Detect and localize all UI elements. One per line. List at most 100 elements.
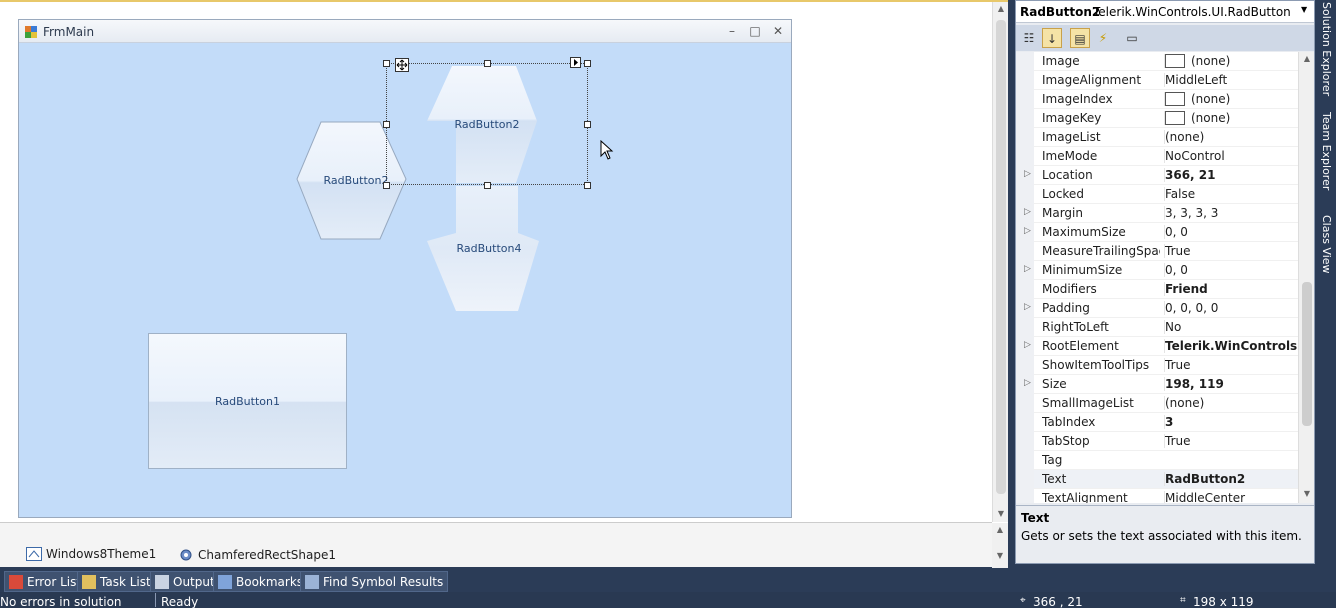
property-value[interactable]: MiddleLeft: [1164, 73, 1298, 87]
property-value[interactable]: NoControl: [1164, 149, 1298, 163]
tray-scroll-up-icon[interactable]: ▲: [992, 525, 1008, 534]
tab-find-symbol-results[interactable]: Find Symbol Results: [300, 571, 449, 592]
property-value[interactable]: Friend: [1164, 282, 1298, 296]
property-value[interactable]: (none): [1164, 54, 1298, 68]
tray-item-shape[interactable]: ChamferedRectShape1: [178, 547, 336, 563]
property-value[interactable]: (none): [1164, 92, 1298, 106]
component-tray[interactable]: Windows8Theme1 ChamferedRectShape1 ▲ ▼: [0, 522, 1008, 568]
chevron-down-icon[interactable]: ▼: [1301, 5, 1307, 14]
resize-handle-ne[interactable]: [584, 60, 591, 67]
dock-tab-team-explorer[interactable]: Team Explorer: [1320, 112, 1333, 190]
property-row[interactable]: TextAlignment MiddleCenter: [1016, 489, 1298, 503]
property-value[interactable]: True: [1164, 244, 1298, 258]
property-row[interactable]: Locked False: [1016, 185, 1298, 204]
property-row[interactable]: ▷ Padding 0, 0, 0, 0: [1016, 299, 1298, 318]
properties-grid[interactable]: Image (none) ImageAlignment MiddleLeft Image…: [1016, 52, 1298, 503]
properties-object-selector[interactable]: RadButton2 Telerik.WinControls.UI.RadBut…: [1016, 1, 1314, 23]
property-row[interactable]: Modifiers Friend: [1016, 280, 1298, 299]
expand-icon[interactable]: ▷: [1024, 169, 1031, 179]
property-value[interactable]: False: [1164, 187, 1298, 201]
minimize-button[interactable]: –: [723, 23, 741, 39]
dock-tab-solution-explorer[interactable]: Solution Explorer: [1320, 2, 1333, 96]
property-row[interactable]: Image (none): [1016, 52, 1298, 71]
property-value[interactable]: (none): [1164, 111, 1298, 125]
property-row[interactable]: MeasureTrailingSpaces True: [1016, 242, 1298, 261]
property-value[interactable]: 0, 0: [1164, 225, 1298, 239]
expand-icon[interactable]: ▷: [1024, 264, 1031, 274]
property-row[interactable]: ▷ Location 366, 21: [1016, 166, 1298, 185]
props-scroll-down-icon[interactable]: ▼: [1299, 489, 1315, 498]
resize-handle-s[interactable]: [484, 182, 491, 189]
props-scrollbar-thumb[interactable]: [1302, 282, 1312, 426]
property-row[interactable]: Text RadButton2: [1016, 470, 1298, 489]
property-value[interactable]: 198, 119: [1164, 377, 1298, 391]
designer-scrollbar-vertical[interactable]: ▲ ▼: [992, 2, 1008, 522]
property-value[interactable]: 0, 0: [1164, 263, 1298, 277]
alphabetical-icon[interactable]: ↓: [1042, 28, 1062, 48]
property-value[interactable]: RadButton2: [1164, 472, 1298, 486]
form-titlebar[interactable]: FrmMain – □ ✕: [19, 20, 791, 43]
property-row[interactable]: ▷ RootElement Telerik.WinControls.RootRadE…: [1016, 337, 1298, 356]
property-row[interactable]: ImageAlignment MiddleLeft: [1016, 71, 1298, 90]
resize-handle-n[interactable]: [484, 60, 491, 67]
property-row[interactable]: ImageKey (none): [1016, 109, 1298, 128]
expand-icon[interactable]: ▷: [1024, 226, 1031, 236]
property-value[interactable]: 0, 0, 0, 0: [1164, 301, 1298, 315]
property-row[interactable]: ShowItemToolTips True: [1016, 356, 1298, 375]
property-row[interactable]: Tag: [1016, 451, 1298, 470]
resize-handle-w[interactable]: [383, 121, 390, 128]
property-value[interactable]: (none): [1164, 130, 1298, 144]
tray-item-theme[interactable]: Windows8Theme1: [26, 547, 156, 561]
property-row[interactable]: ImeMode NoControl: [1016, 147, 1298, 166]
props-scroll-up-icon[interactable]: ▲: [1299, 54, 1315, 63]
property-row[interactable]: TabIndex 3: [1016, 413, 1298, 432]
property-value[interactable]: (none): [1164, 396, 1298, 410]
properties-scrollbar[interactable]: ▲ ▼: [1298, 52, 1314, 503]
property-value[interactable]: No: [1164, 320, 1298, 334]
scroll-down-icon[interactable]: ▼: [993, 509, 1009, 518]
property-row[interactable]: ImageIndex (none): [1016, 90, 1298, 109]
property-row[interactable]: TabStop True: [1016, 432, 1298, 451]
tray-scroll-down-icon[interactable]: ▼: [992, 551, 1008, 560]
property-value[interactable]: True: [1164, 434, 1298, 448]
tab-output[interactable]: Output: [150, 571, 220, 592]
properties-icon[interactable]: ▤: [1070, 28, 1090, 48]
events-icon[interactable]: ⚡: [1093, 28, 1113, 48]
close-button[interactable]: ✕: [769, 23, 787, 39]
scrollbar-thumb[interactable]: [996, 20, 1006, 494]
resize-handle-nw[interactable]: [383, 60, 390, 67]
expand-icon[interactable]: ▷: [1024, 207, 1031, 217]
property-value[interactable]: Telerik.WinControls.RootRadElement: [1164, 339, 1298, 353]
move-glyph-icon[interactable]: [395, 58, 409, 72]
maximize-button[interactable]: □: [746, 23, 764, 39]
expand-icon[interactable]: ▷: [1024, 378, 1031, 388]
property-row[interactable]: ▷ MaximumSize 0, 0: [1016, 223, 1298, 242]
designer-surface[interactable]: FrmMain – □ ✕ RadButton1 RadButton2 RadB…: [0, 0, 1008, 568]
property-value[interactable]: True: [1164, 358, 1298, 372]
property-row[interactable]: ▷ Size 198, 119: [1016, 375, 1298, 394]
tab-task-list[interactable]: Task List: [77, 571, 156, 592]
property-row[interactable]: ImageList (none): [1016, 128, 1298, 147]
property-row[interactable]: ▷ MinimumSize 0, 0: [1016, 261, 1298, 280]
radbutton4[interactable]: RadButton4: [426, 185, 542, 313]
smart-tag-icon[interactable]: [570, 57, 581, 68]
tab-error-list[interactable]: Error List: [4, 571, 87, 592]
property-value[interactable]: 366, 21: [1164, 168, 1298, 182]
radbutton1[interactable]: RadButton1: [148, 333, 347, 469]
scroll-up-icon[interactable]: ▲: [993, 4, 1009, 13]
property-row[interactable]: ▷ Margin 3, 3, 3, 3: [1016, 204, 1298, 223]
property-value[interactable]: 3: [1164, 415, 1298, 429]
expand-icon[interactable]: ▷: [1024, 340, 1031, 350]
resize-handle-se[interactable]: [584, 182, 591, 189]
categorized-icon[interactable]: ☷: [1019, 28, 1039, 48]
property-value[interactable]: 3, 3, 3, 3: [1164, 206, 1298, 220]
resize-handle-sw[interactable]: [383, 182, 390, 189]
tab-bookmarks[interactable]: Bookmarks: [213, 571, 309, 592]
properties-panel[interactable]: RadButton2 Telerik.WinControls.UI.RadBut…: [1015, 0, 1315, 564]
dock-tab-class-view[interactable]: Class View: [1320, 215, 1333, 274]
property-row[interactable]: SmallImageList (none): [1016, 394, 1298, 413]
property-pages-icon[interactable]: ▭: [1122, 28, 1142, 48]
property-value[interactable]: MiddleCenter: [1164, 491, 1298, 503]
expand-icon[interactable]: ▷: [1024, 302, 1031, 312]
property-row[interactable]: RightToLeft No: [1016, 318, 1298, 337]
